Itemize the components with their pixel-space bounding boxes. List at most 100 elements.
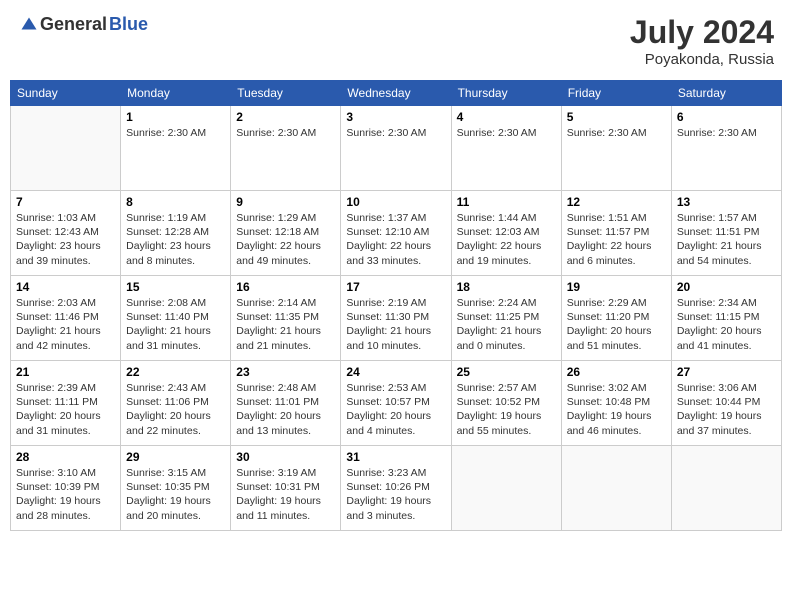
day-number: 1 — [126, 110, 225, 124]
page-header: GeneralBlue July 2024 Poyakonda, Russia — [10, 10, 782, 72]
day-number: 4 — [457, 110, 556, 124]
day-cell: 19Sunrise: 2:29 AMSunset: 11:20 PMDaylig… — [561, 276, 671, 361]
day-number: 30 — [236, 450, 335, 464]
day-number: 20 — [677, 280, 776, 294]
day-cell: 22 Sunrise: 2:43 AMSunset: 11:06 PMDaylig… — [121, 361, 231, 446]
logo: GeneralBlue — [18, 14, 148, 35]
header-monday: Monday — [121, 81, 231, 106]
day-number: 23 — [236, 365, 335, 379]
month-year: July 2024 — [630, 14, 774, 51]
day-info: Sunrise: 2:24 AMSunset: 11:25 PMDaylight… — [457, 296, 556, 353]
day-cell: 31Sunrise: 3:23 AMSunset: 10:26 PMDaylig… — [341, 446, 451, 531]
day-number: 10 — [346, 195, 445, 209]
day-number: 17 — [346, 280, 445, 294]
day-info: Sunrise: 1:29 AMSunset: 12:18 AMDaylight… — [236, 211, 335, 268]
header-wednesday: Wednesday — [341, 81, 451, 106]
day-cell: 25Sunrise: 2:57 AMSunset: 10:52 PMDaylig… — [451, 361, 561, 446]
day-info: Sunrise: 2:03 AMSunset: 11:46 PMDaylight… — [16, 296, 115, 353]
weekday-header-row: Sunday Monday Tuesday Wednesday Thursday… — [11, 81, 782, 106]
day-number: 18 — [457, 280, 556, 294]
day-cell — [671, 446, 781, 531]
day-info: Sunrise: 3:06 AMSunset: 10:44 PMDaylight… — [677, 381, 776, 438]
day-number: 26 — [567, 365, 666, 379]
day-cell: 24 Sunrise: 2:53 AMSunset: 10:57 PMDaylig… — [341, 361, 451, 446]
day-info: Sunrise: 3:23 AMSunset: 10:26 PMDaylight… — [346, 466, 445, 523]
day-cell: 14 Sunrise: 2:03 AMSunset: 11:46 PMDaylig… — [11, 276, 121, 361]
header-tuesday: Tuesday — [231, 81, 341, 106]
day-info: Sunrise: 2:29 AMSunset: 11:20 PMDaylight… — [567, 296, 666, 353]
title-block: July 2024 Poyakonda, Russia — [630, 14, 774, 68]
header-sunday: Sunday — [11, 81, 121, 106]
logo-icon — [20, 16, 38, 34]
day-cell: 21 Sunrise: 2:39 AMSunset: 11:11 PMDaylig… — [11, 361, 121, 446]
day-info: Sunrise: 1:37 AMSunset: 12:10 AMDaylight… — [346, 211, 445, 268]
day-cell: 10 Sunrise: 1:37 AMSunset: 12:10 AMDaylig… — [341, 191, 451, 276]
day-cell: 18 Sunrise: 2:24 AMSunset: 11:25 PMDaylig… — [451, 276, 561, 361]
day-cell: 11 Sunrise: 1:44 AMSunset: 12:03 AMDaylig… — [451, 191, 561, 276]
day-number: 7 — [16, 195, 115, 209]
day-info: Sunrise: 2:08 AMSunset: 11:40 PMDaylight… — [126, 296, 225, 353]
week-row-0: 1Sunrise: 2:30 AM2Sunrise: 2:30 AM3Sunri… — [11, 106, 782, 191]
day-info: Sunrise: 2:30 AM — [457, 126, 556, 140]
logo-general: General — [40, 14, 107, 35]
day-number: 8 — [126, 195, 225, 209]
day-cell: 9 Sunrise: 1:29 AMSunset: 12:18 AMDayligh… — [231, 191, 341, 276]
day-number: 22 — [126, 365, 225, 379]
day-number: 15 — [126, 280, 225, 294]
day-cell: 1 Sunrise: 2:30 AM — [121, 106, 231, 191]
day-info: Sunrise: 1:51 AMSunset: 11:57 PMDaylight… — [567, 211, 666, 268]
day-number: 29 — [126, 450, 225, 464]
day-info: Sunrise: 2:43 AMSunset: 11:06 PMDaylight… — [126, 381, 225, 438]
day-info: Sunrise: 3:10 AMSunset: 10:39 PMDaylight… — [16, 466, 115, 523]
day-number: 3 — [346, 110, 445, 124]
day-number: 13 — [677, 195, 776, 209]
week-row-2: 14 Sunrise: 2:03 AMSunset: 11:46 PMDaylig… — [11, 276, 782, 361]
day-info: Sunrise: 2:48 AMSunset: 11:01 PMDaylight… — [236, 381, 335, 438]
day-cell — [11, 106, 121, 191]
day-number: 27 — [677, 365, 776, 379]
day-info: Sunrise: 2:30 AM — [677, 126, 776, 140]
day-number: 14 — [16, 280, 115, 294]
week-row-4: 28 Sunrise: 3:10 AMSunset: 10:39 PMDaylig… — [11, 446, 782, 531]
day-info: Sunrise: 2:53 AMSunset: 10:57 PMDaylight… — [346, 381, 445, 438]
day-info: Sunrise: 1:44 AMSunset: 12:03 AMDaylight… — [457, 211, 556, 268]
day-info: Sunrise: 1:57 AMSunset: 11:51 PMDaylight… — [677, 211, 776, 268]
day-info: Sunrise: 2:30 AM — [126, 126, 225, 140]
day-number: 28 — [16, 450, 115, 464]
day-cell: 30 Sunrise: 3:19 AMSunset: 10:31 PMDaylig… — [231, 446, 341, 531]
day-cell: 7Sunrise: 1:03 AMSunset: 12:43 AMDayligh… — [11, 191, 121, 276]
week-row-3: 21 Sunrise: 2:39 AMSunset: 11:11 PMDaylig… — [11, 361, 782, 446]
day-number: 24 — [346, 365, 445, 379]
day-cell: 12 Sunrise: 1:51 AMSunset: 11:57 PMDaylig… — [561, 191, 671, 276]
day-cell: 29 Sunrise: 3:15 AMSunset: 10:35 PMDaylig… — [121, 446, 231, 531]
day-info: Sunrise: 3:19 AMSunset: 10:31 PMDaylight… — [236, 466, 335, 523]
day-cell: 6 Sunrise: 2:30 AM — [671, 106, 781, 191]
day-number: 6 — [677, 110, 776, 124]
day-cell: 16Sunrise: 2:14 AMSunset: 11:35 PMDaylig… — [231, 276, 341, 361]
day-number: 11 — [457, 195, 556, 209]
logo-blue: Blue — [109, 14, 148, 35]
day-cell: 13 Sunrise: 1:57 AMSunset: 11:51 PMDaylig… — [671, 191, 781, 276]
day-number: 21 — [16, 365, 115, 379]
day-cell: 26Sunrise: 3:02 AMSunset: 10:48 PMDaylig… — [561, 361, 671, 446]
day-number: 9 — [236, 195, 335, 209]
day-cell: 8 Sunrise: 1:19 AMSunset: 12:28 AMDayligh… — [121, 191, 231, 276]
day-info: Sunrise: 2:30 AM — [236, 126, 335, 140]
day-number: 12 — [567, 195, 666, 209]
day-cell: 17 Sunrise: 2:19 AMSunset: 11:30 PMDaylig… — [341, 276, 451, 361]
week-row-1: 7Sunrise: 1:03 AMSunset: 12:43 AMDayligh… — [11, 191, 782, 276]
day-info: Sunrise: 2:19 AMSunset: 11:30 PMDaylight… — [346, 296, 445, 353]
day-info: Sunrise: 2:30 AM — [567, 126, 666, 140]
day-cell: 27 Sunrise: 3:06 AMSunset: 10:44 PMDaylig… — [671, 361, 781, 446]
day-info: Sunrise: 2:39 AMSunset: 11:11 PMDaylight… — [16, 381, 115, 438]
location: Poyakonda, Russia — [630, 51, 774, 68]
header-thursday: Thursday — [451, 81, 561, 106]
day-info: Sunrise: 3:15 AMSunset: 10:35 PMDaylight… — [126, 466, 225, 523]
day-cell — [561, 446, 671, 531]
calendar-table: Sunday Monday Tuesday Wednesday Thursday… — [10, 80, 782, 531]
day-info: Sunrise: 1:19 AMSunset: 12:28 AMDaylight… — [126, 211, 225, 268]
day-number: 16 — [236, 280, 335, 294]
day-cell: 23 Sunrise: 2:48 AMSunset: 11:01 PMDaylig… — [231, 361, 341, 446]
header-friday: Friday — [561, 81, 671, 106]
day-cell: 2Sunrise: 2:30 AM — [231, 106, 341, 191]
